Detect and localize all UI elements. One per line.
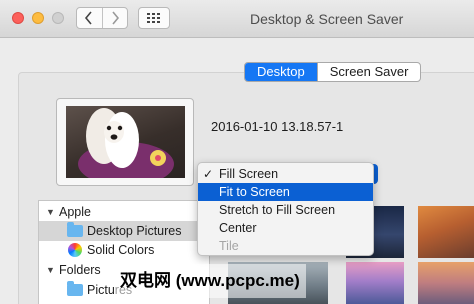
group-label: Apple <box>59 205 91 219</box>
navigation-buttons <box>76 7 128 29</box>
fit-menu: ✓ Fill Screen Fit to Screen Stretch to F… <box>197 162 374 256</box>
disclosure-triangle-icon[interactable]: ▼ <box>46 202 55 222</box>
window-title: Desktop & Screen Saver <box>250 11 404 27</box>
sidebar-item-desktop-pictures[interactable]: Desktop Pictures <box>39 221 210 241</box>
back-button[interactable] <box>77 8 102 28</box>
sidebar-item-label: Solid Colors <box>87 243 155 257</box>
menu-item-label: Fill Screen <box>219 167 279 181</box>
wallpaper-thumbnail[interactable] <box>418 206 474 258</box>
show-all-button[interactable] <box>138 7 170 29</box>
grid-icon <box>147 13 160 23</box>
menu-item-label: Fit to Screen <box>219 185 290 199</box>
menu-item-center[interactable]: Center <box>198 219 373 237</box>
folder-icon <box>67 281 83 296</box>
checkmark-icon: ✓ <box>203 167 214 181</box>
preview-image <box>66 106 185 178</box>
forward-icon <box>112 11 119 25</box>
color-wheel-icon <box>68 243 82 257</box>
menu-item-tile: Tile <box>198 237 373 255</box>
wallpaper-thumbnail[interactable] <box>346 262 404 304</box>
back-icon <box>85 11 92 25</box>
group-apple[interactable]: ▼ Apple <box>39 202 210 222</box>
tab-screen-saver[interactable]: Screen Saver <box>316 63 421 81</box>
tab-desktop[interactable]: Desktop <box>245 63 317 81</box>
menu-item-label: Tile <box>219 239 239 253</box>
menu-item-fit-to-screen[interactable]: Fit to Screen <box>198 183 373 201</box>
title-bar: Desktop & Screen Saver <box>0 0 474 38</box>
disclosure-triangle-icon[interactable]: ▼ <box>46 260 55 280</box>
zoom-button[interactable] <box>52 12 64 24</box>
group-label: Folders <box>59 263 101 277</box>
minimize-button[interactable] <box>32 12 44 24</box>
sidebar-item-label: Desktop Pictures <box>87 224 182 238</box>
menu-item-label: Center <box>219 221 257 235</box>
menu-item-stretch-to-fill-screen[interactable]: Stretch to Fill Screen <box>198 201 373 219</box>
tab-bar: Desktop Screen Saver <box>244 62 422 82</box>
sidebar-item-solid-colors[interactable]: Solid Colors <box>39 240 210 260</box>
wallpaper-thumbnail[interactable] <box>418 262 474 304</box>
watermark: 双电网 (www.pcpc.me) <box>114 264 306 298</box>
folder-icon <box>67 222 83 237</box>
forward-button[interactable] <box>101 8 128 28</box>
close-button[interactable] <box>12 12 24 24</box>
wallpaper-filename: 2016-01-10 13.18.57-1 <box>211 119 344 134</box>
menu-item-fill-screen[interactable]: ✓ Fill Screen <box>198 165 373 183</box>
menu-item-label: Stretch to Fill Screen <box>219 203 336 217</box>
